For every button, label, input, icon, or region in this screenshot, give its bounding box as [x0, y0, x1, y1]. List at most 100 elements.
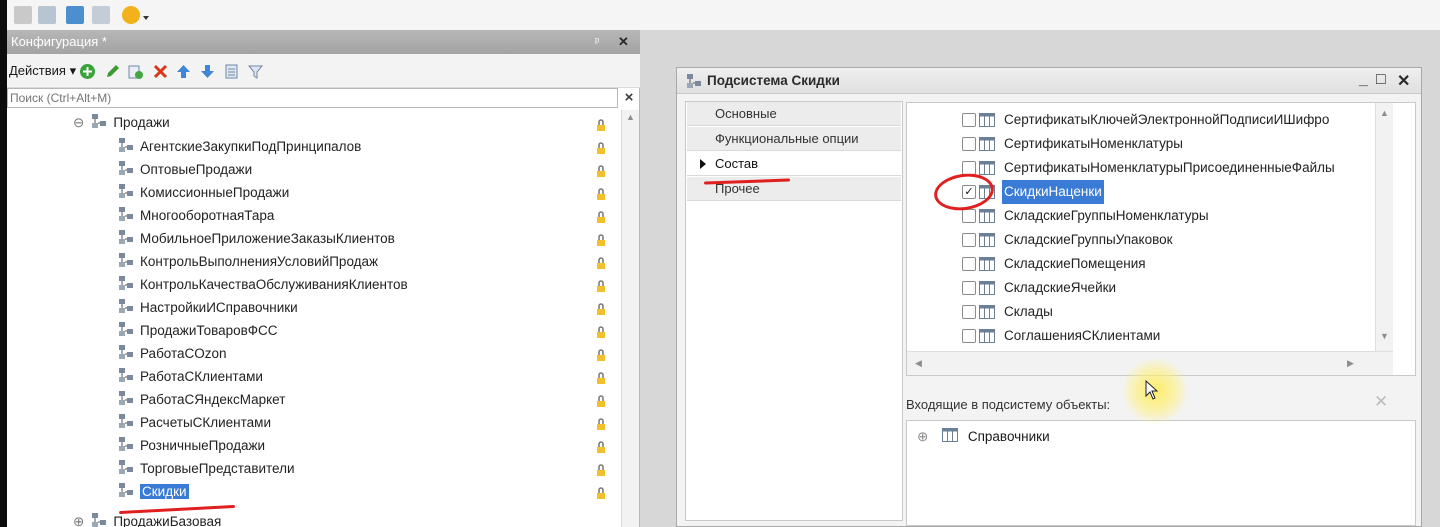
toolbar-config-icon[interactable]	[66, 6, 84, 24]
tree-item[interactable]: РаботаСКлиентами	[117, 366, 263, 388]
pin-icon[interactable]: ᵖ	[595, 30, 599, 54]
vertical-scrollbar[interactable]: ▲ ▼	[1375, 103, 1393, 351]
object-checkbox[interactable]	[962, 209, 976, 223]
copy-icon[interactable]	[127, 63, 144, 80]
collapse-icon[interactable]: ⊖	[73, 115, 84, 130]
lock-icon	[597, 234, 605, 246]
lock-icon	[597, 349, 605, 361]
search-clear-icon[interactable]: ×	[619, 88, 639, 108]
tree-item[interactable]: РаботаСOzon	[117, 343, 227, 365]
tree-item[interactable]: РасчетыСКлиентами	[117, 412, 271, 434]
expand-icon[interactable]: ⊕	[73, 514, 84, 527]
lock-icon	[597, 119, 605, 131]
toolbar-document-icon[interactable]	[14, 6, 32, 24]
lock-icon	[597, 257, 605, 269]
tree-label: КонтрольВыполненияУсловийПродаж	[140, 254, 379, 269]
tree-label: РаботаСЯндексМаркет	[140, 392, 286, 407]
tree-item[interactable]: ТорговыеПредставители	[117, 458, 295, 480]
toolbar-window-icon[interactable]	[38, 6, 56, 24]
subsystem-icon	[119, 138, 133, 153]
object-checkbox[interactable]	[962, 137, 976, 151]
subsystem-icon	[119, 276, 133, 291]
tab-funkcionalnye-opcii[interactable]: Функциональные опции	[687, 127, 901, 151]
toolbar-dropdown-icon[interactable]	[142, 10, 150, 20]
add-icon[interactable]	[79, 63, 96, 80]
tab-sostav[interactable]: Состав	[687, 152, 901, 176]
object-checkbox[interactable]	[962, 281, 976, 295]
configuration-panel: Конфигурация * ᵖ ✕ Действия ▾ × ⊖ Продажи…	[7, 30, 640, 527]
tree-item[interactable]: АгентскиеЗакупкиПодПринципалов	[117, 136, 361, 158]
lock-icon	[597, 142, 605, 154]
properties-icon[interactable]	[223, 63, 240, 80]
toolbar-table-icon[interactable]	[92, 6, 110, 24]
tree-item[interactable]: НастройкиИСправочники	[117, 297, 298, 319]
scroll-left-icon[interactable]: ◀	[915, 358, 922, 369]
lock-icon	[597, 441, 605, 453]
lock-icon	[597, 165, 605, 177]
scroll-right-icon[interactable]: ▶	[1347, 358, 1354, 369]
catalog-table-icon	[979, 305, 995, 319]
tree-label: ПродажиБазовая	[113, 514, 222, 527]
edit-icon[interactable]	[104, 63, 121, 80]
tree-item[interactable]: КонтрольКачестваОбслуживанияКлиентов	[117, 274, 408, 296]
subsystem-icon	[119, 483, 133, 498]
lock-icon	[597, 211, 605, 223]
delete-icon[interactable]	[152, 63, 169, 80]
catalog-table-icon	[979, 329, 995, 343]
search-input[interactable]	[10, 90, 610, 106]
subsystem-icon	[119, 460, 133, 475]
tree-item[interactable]: МобильноеПриложениеЗаказыКлиентов	[117, 228, 395, 250]
tree-node-prodazhi[interactable]: ⊖ Продажи	[73, 112, 170, 134]
tree-item[interactable]: КонтрольВыполненияУсловийПродаж	[117, 251, 378, 273]
tree-label: МногооборотнаяТара	[140, 208, 275, 223]
maximize-icon[interactable]: □	[1376, 71, 1386, 89]
catalog-table-icon	[979, 161, 995, 175]
subsystem-icon	[119, 391, 133, 406]
active-tab-arrow-icon	[700, 159, 706, 169]
move-down-icon[interactable]	[199, 63, 216, 80]
filter-icon[interactable]	[247, 63, 264, 80]
tree-item[interactable]: Скидки	[117, 481, 189, 503]
object-checkbox[interactable]	[962, 305, 976, 319]
lock-icon	[597, 418, 605, 430]
subsystem-icon	[119, 368, 133, 383]
catalog-table-icon	[979, 137, 995, 151]
vertical-scrollbar[interactable]: ▲	[621, 110, 639, 527]
tree-label: ТорговыеПредставители	[140, 461, 295, 476]
minimize-icon[interactable]: _	[1359, 71, 1368, 89]
tree-label: РаботаСКлиентами	[140, 369, 263, 384]
included-node-spravochniki[interactable]: ⊕ Справочники	[917, 426, 1050, 448]
object-checkbox[interactable]	[962, 113, 976, 127]
object-label: СертификатыНоменклатуры	[1004, 136, 1183, 151]
close-icon[interactable]: ✕	[1397, 71, 1410, 91]
tab-osnovnye[interactable]: Основные	[687, 102, 901, 126]
window-edge	[0, 0, 7, 527]
move-up-icon[interactable]	[175, 63, 192, 80]
expand-icon[interactable]: ⊕	[917, 429, 928, 444]
subsystem-icon	[92, 114, 107, 129]
lock-icon	[597, 303, 605, 315]
tree-item[interactable]: РаботаСЯндексМаркет	[117, 389, 285, 411]
scroll-down-icon[interactable]: ▼	[1380, 331, 1389, 341]
scroll-up-icon[interactable]: ▲	[1380, 108, 1389, 118]
object-checkbox[interactable]	[962, 233, 976, 247]
lock-icon	[597, 395, 605, 407]
tree-item[interactable]: РозничныеПродажи	[117, 435, 265, 457]
object-checkbox[interactable]	[962, 329, 976, 343]
clear-icon[interactable]: ✕	[1374, 392, 1388, 412]
tree-item[interactable]: ОптовыеПродажи	[117, 159, 252, 181]
tree-item[interactable]: МногооборотнаяТара	[117, 205, 274, 227]
tree-node-prodazhi-bazovaya[interactable]: ⊕ ПродажиБазовая	[73, 511, 221, 527]
object-checkbox[interactable]	[962, 257, 976, 271]
subsystem-icon	[119, 253, 133, 268]
scroll-up-icon[interactable]: ▲	[626, 112, 635, 122]
tree-item[interactable]: КомиссионныеПродажи	[117, 182, 289, 204]
actions-menu[interactable]: Действия ▾	[9, 63, 76, 79]
close-icon[interactable]: ✕	[618, 30, 629, 54]
tree-item[interactable]: ПродажиТоваровФСС	[117, 320, 278, 342]
catalog-table-icon	[979, 257, 995, 271]
lock-icon	[597, 326, 605, 338]
subsystem-icon	[92, 513, 107, 527]
toolbar-run-icon[interactable]	[122, 6, 140, 24]
included-objects-tree: ⊕ Справочники	[906, 420, 1416, 526]
